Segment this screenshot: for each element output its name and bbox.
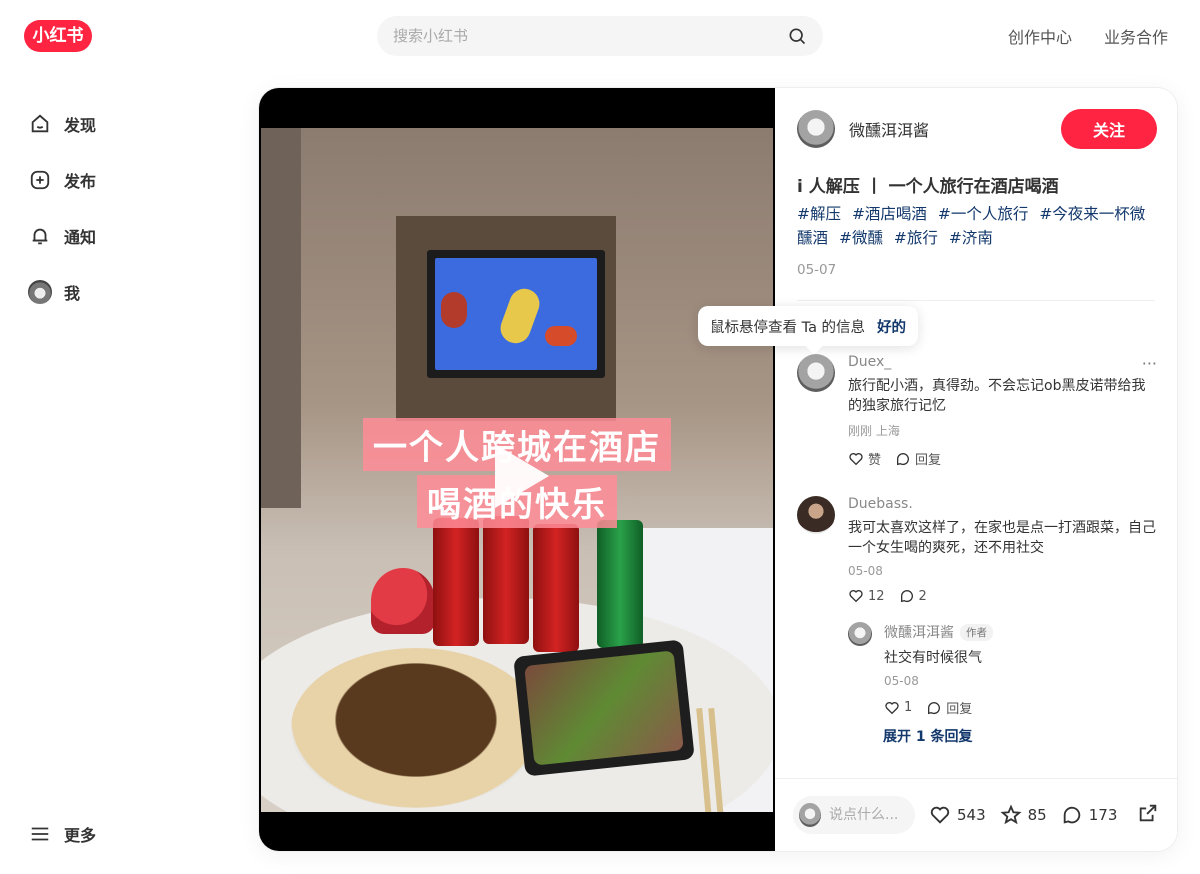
comment-item: ··· Duex_ 旅行配小酒，真得劲。不会忘记ob黑皮诺带给我的独家旅行记忆 … xyxy=(797,354,1157,468)
divider xyxy=(797,300,1155,301)
comment-text: 旅行配小酒，真得劲。不会忘记ob黑皮诺带给我的独家旅行记忆 xyxy=(848,378,1146,414)
hover-tip: 鼠标悬停查看 Ta 的信息 好的 xyxy=(698,306,919,346)
comment-author[interactable]: Duex_ xyxy=(848,354,1157,370)
search-input[interactable] xyxy=(393,27,787,45)
comment-count: 173 xyxy=(1088,806,1118,824)
tag-link[interactable]: #旅行 xyxy=(894,229,938,247)
tooltip-text: 鼠标悬停查看 Ta 的信息 xyxy=(710,319,866,336)
avatar[interactable] xyxy=(848,622,872,646)
follow-button[interactable]: 关注 xyxy=(1061,109,1157,149)
interaction-bar: 543 85 173 xyxy=(775,778,1177,851)
like-button[interactable]: 12 xyxy=(848,588,885,604)
sub-comment-item: 微醺洱洱酱 作者 社交有时候很气 05-08 1 回复 xyxy=(848,622,1156,717)
note-date: 05-07 xyxy=(797,262,837,278)
plus-square-icon xyxy=(28,168,52,192)
heart-icon xyxy=(930,806,950,824)
comment-icon xyxy=(897,452,910,465)
avatar xyxy=(799,803,821,827)
sidebar-item-label: 发布 xyxy=(64,172,97,191)
comment-button[interactable]: 173 xyxy=(1061,804,1118,826)
tag-link[interactable]: #微醺 xyxy=(839,229,883,247)
search-bar[interactable] xyxy=(377,16,823,56)
comment-icon xyxy=(1063,806,1080,824)
comment-input[interactable] xyxy=(829,807,909,823)
comment-icon xyxy=(928,701,941,714)
tv-image xyxy=(427,250,605,378)
heart-icon xyxy=(849,590,863,603)
tag-link[interactable]: #济南 xyxy=(949,229,993,247)
menu-icon xyxy=(28,822,52,846)
collect-button[interactable]: 85 xyxy=(1000,804,1047,826)
avatar[interactable] xyxy=(797,354,835,392)
note-panel: 微醺洱洱酱 关注 i 人解压 丨 一个人旅行在酒店喝酒 #解压 #酒店喝酒 #一… xyxy=(775,88,1177,851)
more-options-icon[interactable]: ··· xyxy=(1142,354,1157,373)
tag-link[interactable]: #酒店喝酒 xyxy=(852,205,927,223)
sidebar-item-publish[interactable]: 发布 xyxy=(28,152,96,208)
collect-count: 85 xyxy=(1027,806,1047,824)
video-player[interactable]: 一个人跨城在酒店 喝酒的快乐 xyxy=(259,88,775,851)
bell-icon xyxy=(28,224,52,248)
tag-link[interactable]: #一个人旅行 xyxy=(938,205,1029,223)
star-icon xyxy=(1000,804,1022,825)
sidebar-item-label: 我 xyxy=(64,284,81,303)
share-icon xyxy=(1140,804,1157,822)
sidebar-item-notify[interactable]: 通知 xyxy=(28,208,96,264)
comment-author[interactable]: 微醺洱洱酱 xyxy=(884,622,954,642)
comment-meta: 05-08 xyxy=(884,674,919,688)
reply-button[interactable]: 回复 xyxy=(926,698,972,717)
like-button[interactable]: 赞 xyxy=(848,449,881,468)
note-detail: 一个人跨城在酒店 喝酒的快乐 微醺洱洱酱 关注 i 人解压 丨 一个人旅行在酒店… xyxy=(259,88,1177,851)
heart-icon xyxy=(885,701,899,714)
comment-input-wrapper[interactable] xyxy=(793,796,915,834)
play-icon[interactable] xyxy=(495,444,549,508)
tag-link[interactable]: #解压 xyxy=(797,205,841,223)
sidebar-item-discover[interactable]: 发现 xyxy=(28,96,96,152)
sidebar-item-me[interactable]: 我 xyxy=(28,264,96,320)
sidebar: 发现 发布 通知 我 xyxy=(28,96,96,320)
comment-meta: 刚刚 上海 xyxy=(848,424,900,438)
video-frame[interactable]: 一个人跨城在酒店 喝酒的快乐 xyxy=(261,128,773,812)
heart-icon xyxy=(849,452,863,465)
search-icon[interactable] xyxy=(787,26,807,46)
comment-text: 我可太喜欢这样了，在家也是点一打酒跟菜，自己一个女生喝的爽死，还不用社交 xyxy=(848,520,1156,556)
share-button[interactable] xyxy=(1137,802,1159,828)
like-count: 543 xyxy=(957,806,986,824)
expand-replies-button[interactable]: 展开 1 条回复 xyxy=(883,726,973,746)
avatar[interactable] xyxy=(797,110,835,148)
author-info[interactable]: 微醺洱洱酱 xyxy=(797,110,929,148)
avatar xyxy=(28,280,52,304)
tooltip-ok-button[interactable]: 好的 xyxy=(877,316,906,337)
link-creator-center[interactable]: 创作中心 xyxy=(1008,24,1072,48)
comment-author[interactable]: Duebass. xyxy=(848,496,1157,512)
note-title: i 人解压 丨 一个人旅行在酒店喝酒 xyxy=(797,177,1059,197)
sidebar-item-more[interactable]: 更多 xyxy=(28,806,96,862)
link-business[interactable]: 业务合作 xyxy=(1104,24,1168,48)
sidebar-item-label: 发现 xyxy=(64,116,97,135)
logo[interactable]: 小红书 xyxy=(24,20,92,52)
comment-icon xyxy=(900,590,913,603)
comment-item: Duebass. 我可太喜欢这样了，在家也是点一打酒跟菜，自己一个女生喝的爽死，… xyxy=(797,496,1157,717)
author-name[interactable]: 微醺洱洱酱 xyxy=(849,117,929,141)
like-button[interactable]: 543 xyxy=(929,804,986,826)
top-links: 创作中心 业务合作 xyxy=(1008,24,1168,48)
reply-button[interactable]: 回复 xyxy=(895,449,941,468)
reply-button[interactable]: 2 xyxy=(899,588,927,604)
sidebar-item-label: 更多 xyxy=(64,826,97,845)
like-button[interactable]: 1 xyxy=(884,698,912,717)
author-badge: 作者 xyxy=(960,623,993,641)
comment-meta: 05-08 xyxy=(848,564,883,578)
comment-text: 社交有时候很气 xyxy=(884,650,982,666)
home-icon xyxy=(28,112,52,136)
avatar[interactable] xyxy=(797,496,835,534)
note-tags: #解压 #酒店喝酒 #一个人旅行 #今夜来一杯微醺酒 #微醺 #旅行 #济南 xyxy=(797,202,1157,250)
sidebar-item-label: 通知 xyxy=(64,228,97,247)
